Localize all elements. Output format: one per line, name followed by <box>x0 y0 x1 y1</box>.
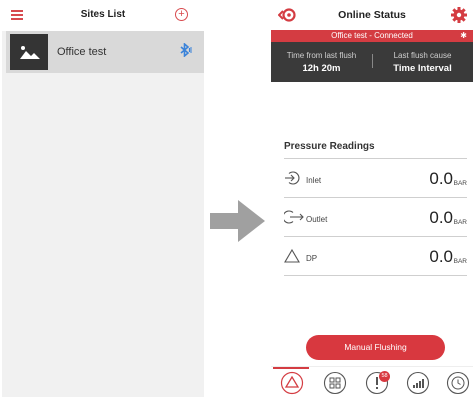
gear-icon[interactable] <box>451 7 467 28</box>
sites-list-header: Sites List + <box>2 0 204 31</box>
reading-value: 0.0 <box>429 169 453 188</box>
reading-label: DP <box>306 254 318 263</box>
transition-arrow-icon <box>210 200 265 247</box>
reading-value: 0.0 <box>429 247 453 266</box>
divider <box>284 158 467 159</box>
site-list-item[interactable]: Office test <box>6 31 204 73</box>
dashboard-icon[interactable] <box>323 371 347 395</box>
bottom-nav: 58 <box>271 366 473 399</box>
site-image-icon <box>10 34 48 70</box>
bluetooth-icon <box>178 42 192 60</box>
manual-flushing-button[interactable]: Manual Flushing <box>306 335 445 360</box>
reading-unit: BAR <box>453 219 467 226</box>
alerts-badge: 58 <box>379 371 390 382</box>
time-from-last-flush: Time from last flush 12h 20m <box>271 51 372 74</box>
pressure-readings-section: Pressure Readings Inlet 0.0 BAR Outlet 0… <box>271 82 473 366</box>
canvas: Sites List + Office test Online Status O… <box>0 0 474 399</box>
history-icon[interactable] <box>446 371 470 395</box>
add-site-button[interactable]: + <box>175 8 188 21</box>
online-status-header: Online Status <box>271 0 473 30</box>
reading-row-dp: DP 0.0 BAR <box>284 238 467 276</box>
reading-value: 0.0 <box>429 208 453 227</box>
site-name: Office test <box>57 46 107 58</box>
delta-icon <box>284 248 300 269</box>
reading-label: Inlet <box>306 176 322 185</box>
last-flush-cause-value: Time Interval <box>393 63 452 74</box>
section-title: Pressure Readings <box>284 141 375 152</box>
reading-row-outlet: Outlet 0.0 BAR <box>282 199 467 237</box>
reading-unit: BAR <box>453 258 467 265</box>
reading-label: Outlet <box>306 215 328 224</box>
inlet-icon <box>284 170 300 191</box>
connection-status-text: Office test - Connected <box>331 31 413 40</box>
signal-icon[interactable] <box>406 371 430 395</box>
flush-info-panel: Time from last flush 12h 20m Last flush … <box>271 42 473 82</box>
online-status-screen: Online Status Office test - Connected ✱ <box>271 0 473 399</box>
last-flush-cause-label: Last flush cause <box>393 51 452 60</box>
connection-status-bar: Office test - Connected ✱ <box>271 30 473 42</box>
sites-list-screen: Sites List + Office test <box>2 0 204 397</box>
last-flush-cause: Last flush cause Time Interval <box>372 51 473 74</box>
page-title: Sites List <box>80 9 126 20</box>
time-from-last-flush-value: 12h 20m <box>302 63 341 74</box>
outlet-icon <box>282 209 304 230</box>
time-from-last-flush-label: Time from last flush <box>286 51 357 60</box>
reading-unit: BAR <box>453 180 467 187</box>
reading-row-inlet: Inlet 0.0 BAR <box>284 160 467 198</box>
page-title: Online Status <box>338 9 406 21</box>
active-tab-indicator <box>273 367 309 369</box>
status-icon[interactable] <box>280 371 304 395</box>
bluetooth-icon: ✱ <box>460 31 467 40</box>
